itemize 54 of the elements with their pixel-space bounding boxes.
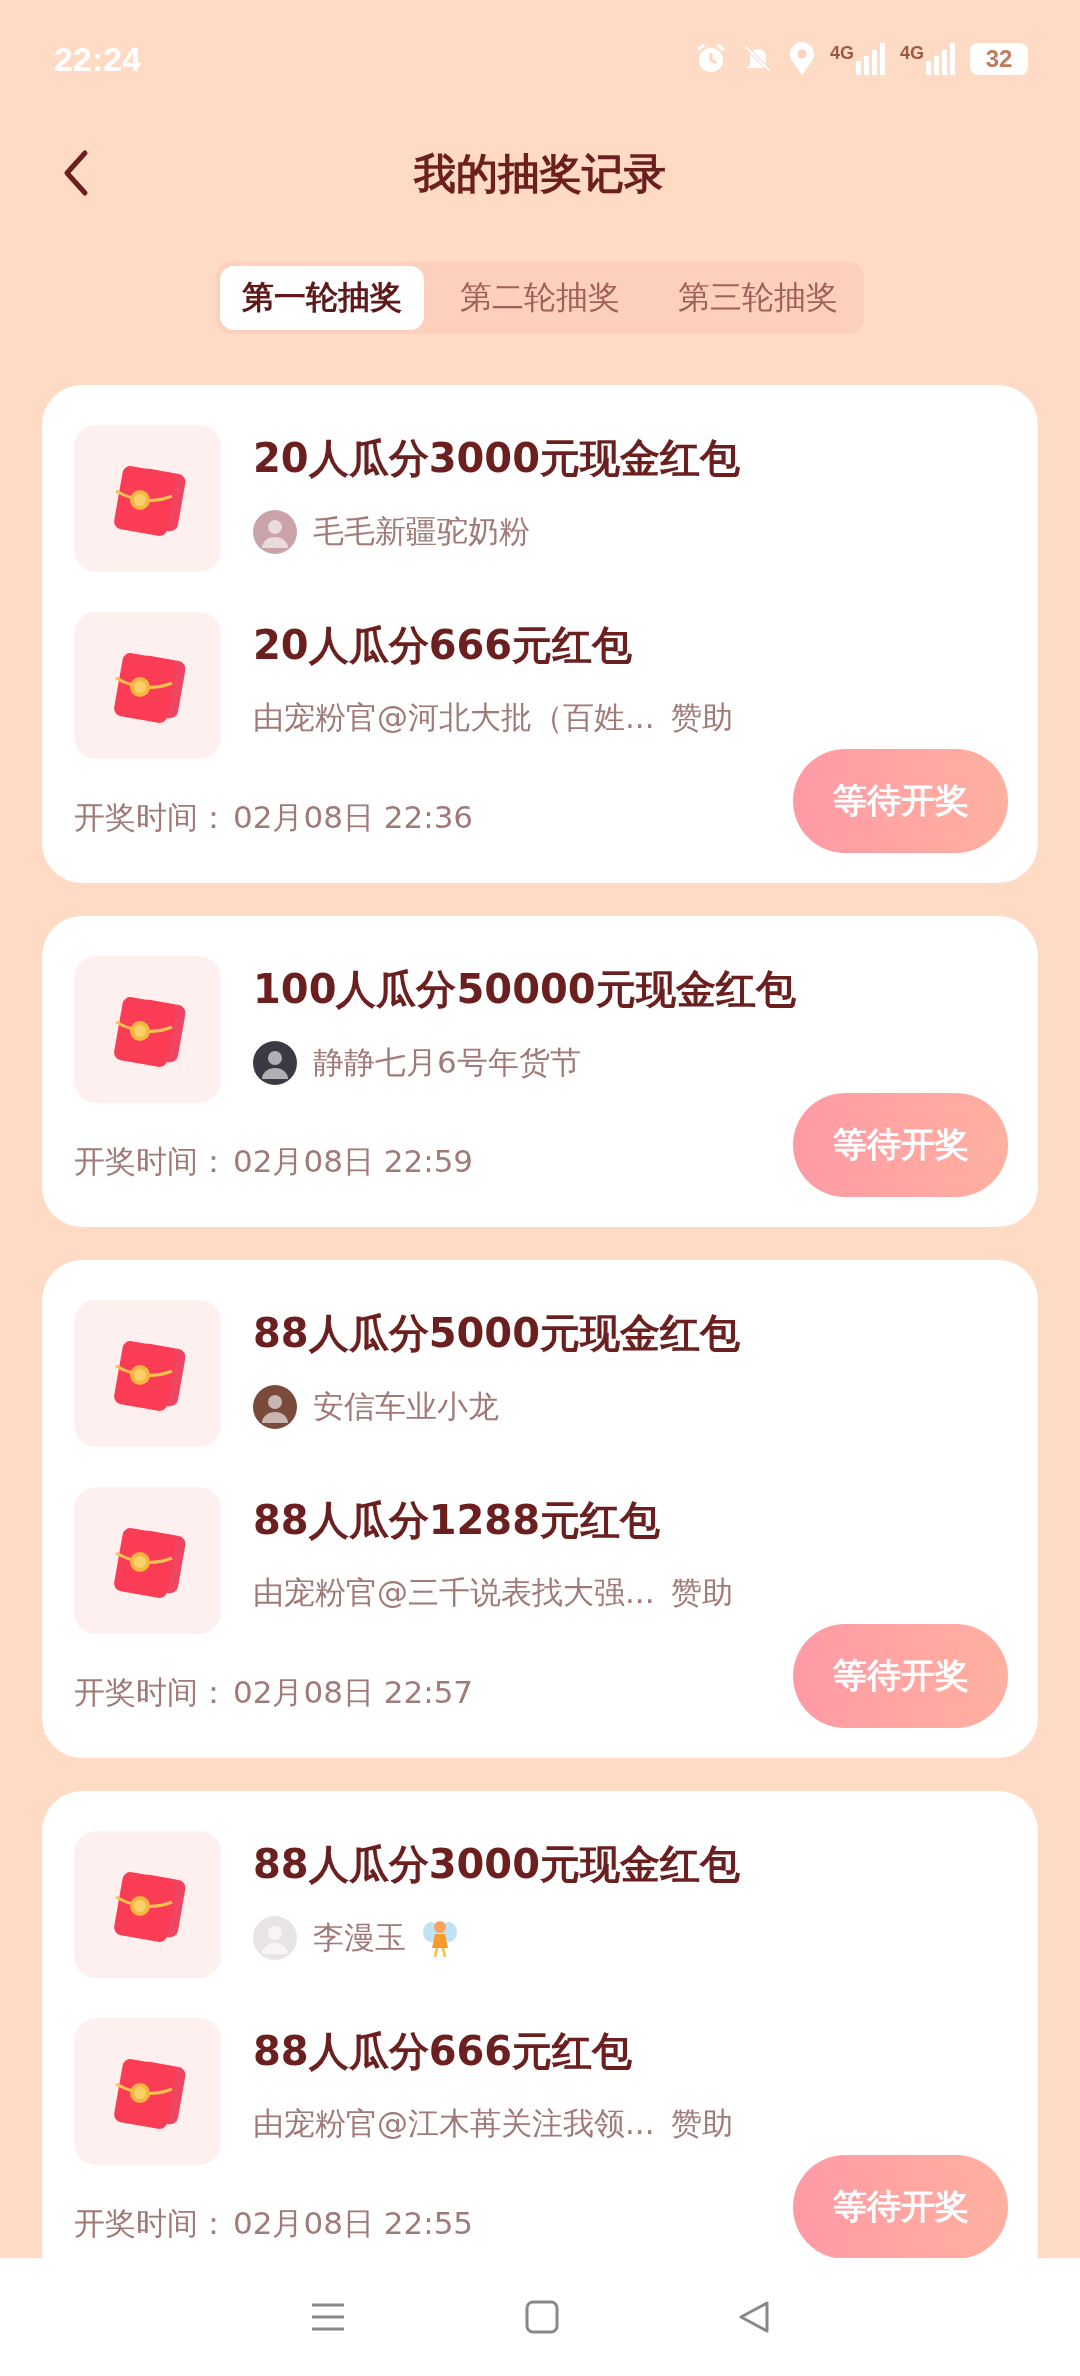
prize-title: 88人瓜分666元红包 xyxy=(253,2027,634,2076)
home-icon[interactable] xyxy=(525,2300,559,2334)
prize-title: 88人瓜分3000元现金红包 xyxy=(253,1840,740,1889)
envelope-icon xyxy=(74,425,221,572)
draw-time: 02月08日 22:57 xyxy=(233,1673,474,1712)
menu-icon[interactable] xyxy=(309,2302,346,2332)
round-tab[interactable]: 第一轮抽奖 xyxy=(220,266,424,330)
envelope-icon xyxy=(74,1300,221,1447)
await-draw-button[interactable]: 等待开奖 xyxy=(793,1093,1008,1197)
avatar-icon xyxy=(253,1385,297,1429)
signal-icon xyxy=(926,43,956,75)
await-draw-button[interactable]: 等待开奖 xyxy=(793,1624,1008,1728)
location-icon xyxy=(787,42,816,76)
host-name: 毛毛新疆驼奶粉 xyxy=(313,512,530,551)
avatar-icon xyxy=(253,1916,297,1960)
page-title: 我的抽奖记录 xyxy=(414,148,666,200)
avatar-icon xyxy=(253,1041,297,1085)
sponsor-text: 由宠粉官@江木苒关注我领... xyxy=(253,2104,655,2143)
sponsor-suffix: 赞助 xyxy=(670,2104,733,2143)
envelope-icon xyxy=(74,612,221,759)
back-icon[interactable] xyxy=(738,2300,771,2334)
prize-title: 20人瓜分3000元现金红包 xyxy=(253,434,740,483)
signal-icon xyxy=(856,43,886,75)
host-name: 李漫玉 xyxy=(313,1918,406,1957)
avatar-icon xyxy=(253,510,297,554)
battery-icon: 32 xyxy=(970,43,1028,75)
draw-time-label: 开奖时间： xyxy=(74,1673,229,1712)
draw-time-label: 开奖时间： xyxy=(74,1142,229,1181)
prize-title: 100人瓜分50000元现金红包 xyxy=(253,965,796,1014)
host-name: 安信车业小龙 xyxy=(313,1387,499,1426)
await-draw-button[interactable]: 等待开奖 xyxy=(793,2155,1008,2258)
draw-time: 02月08日 22:55 xyxy=(233,2204,474,2243)
await-draw-button[interactable]: 等待开奖 xyxy=(793,749,1008,853)
status-time: 22:24 xyxy=(54,39,141,79)
sponsor-text: 由宠粉官@河北大批（百姓... xyxy=(253,698,655,737)
round-tab[interactable]: 第二轮抽奖 xyxy=(438,266,642,330)
draw-time: 02月08日 22:59 xyxy=(233,1142,474,1181)
draw-time-label: 开奖时间： xyxy=(74,798,229,837)
draw-time-label: 开奖时间： xyxy=(74,2204,229,2243)
sponsor-text: 由宠粉官@三千说表找大强... xyxy=(253,1573,655,1612)
host-name: 静静七月6号年货节 xyxy=(313,1043,581,1082)
sponsor-suffix: 赞助 xyxy=(670,1573,733,1612)
prize-title: 20人瓜分666元红包 xyxy=(253,621,634,670)
envelope-icon xyxy=(74,956,221,1103)
sponsor-suffix: 赞助 xyxy=(670,698,733,737)
envelope-icon xyxy=(74,1487,221,1634)
prize-title: 88人瓜分1288元红包 xyxy=(253,1496,661,1545)
network-type-label: 4G xyxy=(900,43,924,64)
draw-time: 02月08日 22:36 xyxy=(233,798,474,837)
round-tab[interactable]: 第三轮抽奖 xyxy=(656,266,860,330)
envelope-icon xyxy=(74,1831,221,1978)
prize-title: 88人瓜分5000元现金红包 xyxy=(253,1309,740,1358)
envelope-icon xyxy=(74,2018,221,2165)
network-type-label: 4G xyxy=(829,43,854,64)
